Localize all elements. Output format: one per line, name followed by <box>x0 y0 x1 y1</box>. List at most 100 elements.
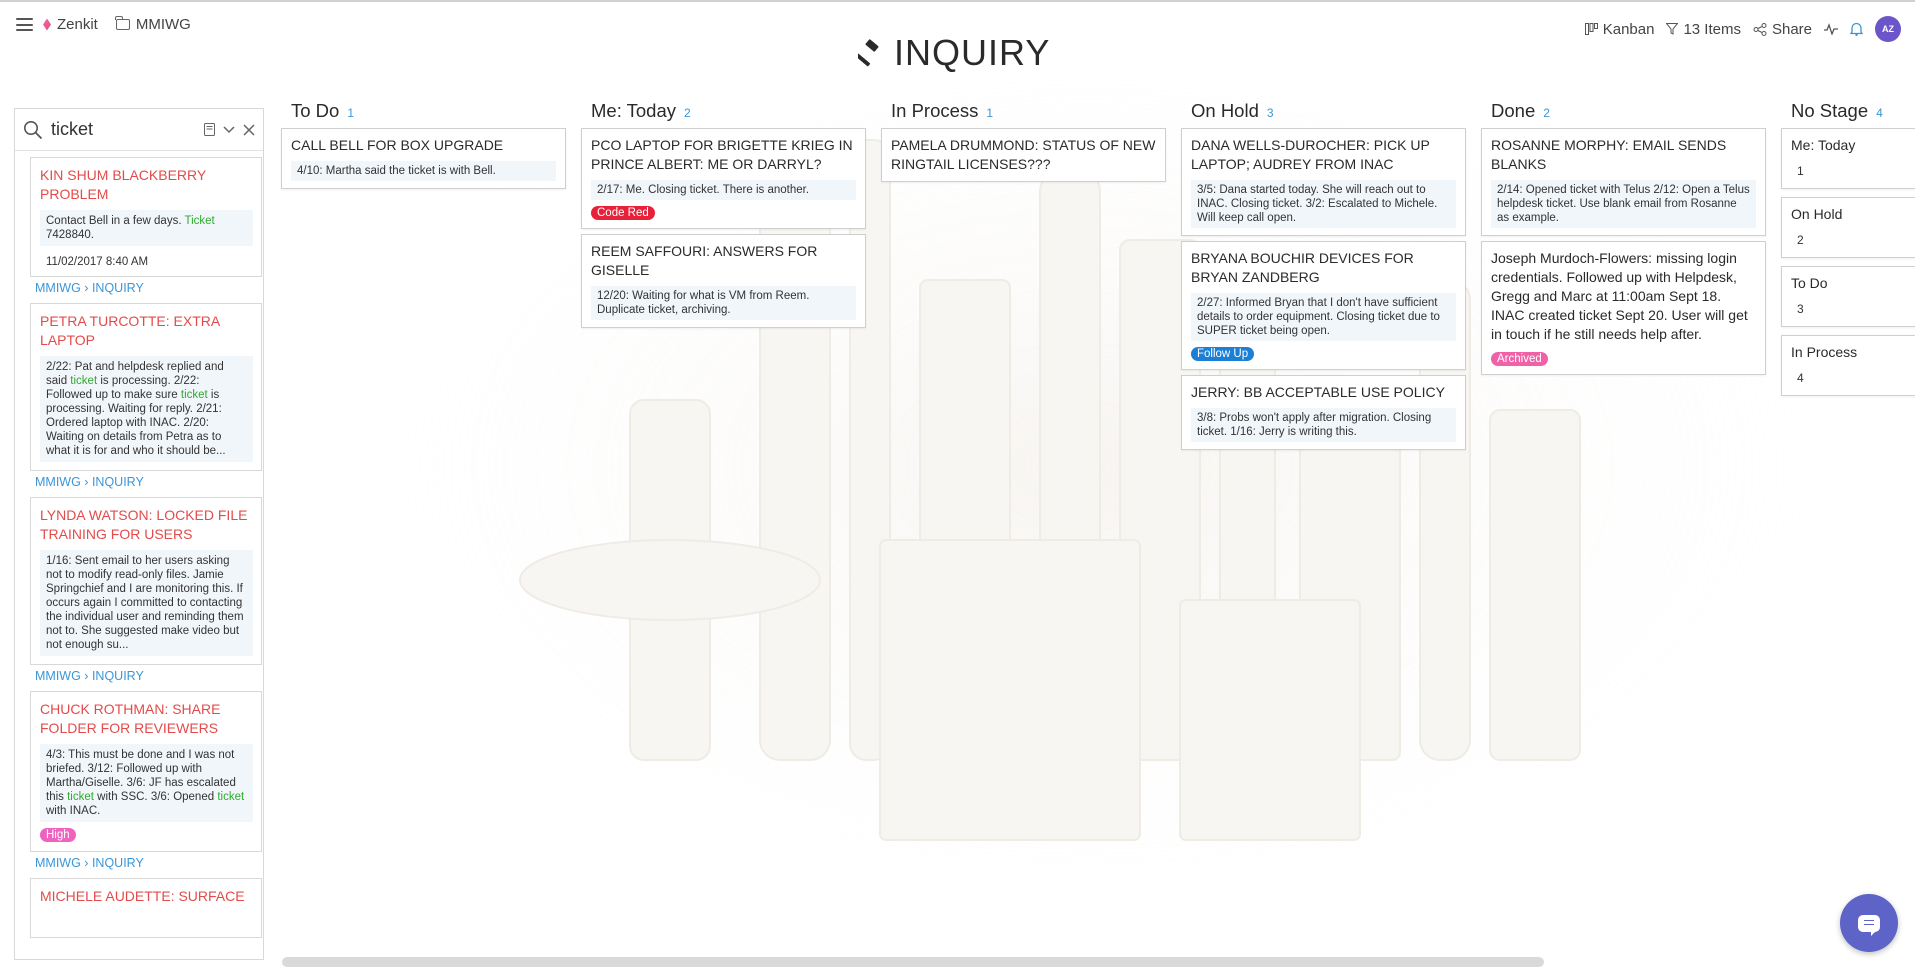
column-header[interactable]: On Hold 3 <box>1181 100 1466 128</box>
result-path-workspace[interactable]: MMIWG <box>35 475 81 489</box>
card-title: To Do <box>1791 275 1828 291</box>
label-tag: Code Red <box>591 206 655 220</box>
result-path: MMIWG › INQUIRY <box>35 669 144 683</box>
activity-icon[interactable] <box>1824 23 1838 35</box>
avatar[interactable]: AZ <box>1875 16 1901 42</box>
result-title: MICHELE AUDETTE: SURFACE <box>40 888 245 904</box>
card-title: Joseph Murdoch-Flowers: missing login cr… <box>1491 250 1748 342</box>
card-description: 4/10: Martha said the ticket is with Bel… <box>291 161 556 181</box>
card-description: 2/17: Me. Closing ticket. There is anoth… <box>591 180 856 200</box>
result-description: 4/3: This must be done and I was not bri… <box>40 744 253 822</box>
chat-button[interactable] <box>1840 894 1898 952</box>
column-header[interactable]: Me: Today 2 <box>581 100 866 128</box>
close-icon[interactable] <box>243 123 255 136</box>
result-title: PETRA TURCOTTE: EXTRA LAPTOP <box>40 313 220 348</box>
chat-icon <box>1858 914 1880 936</box>
workspace-name: MMIWG <box>135 16 191 33</box>
column-header[interactable]: Done 2 <box>1481 100 1766 128</box>
card-title: ROSANNE MORPHY: EMAIL SENDS BLANKS <box>1491 137 1727 172</box>
kanban-card[interactable]: ROSANNE MORPHY: EMAIL SENDS BLANKS 2/14:… <box>1481 128 1766 236</box>
kanban-card[interactable]: JERRY: BB ACCEPTABLE USE POLICY 3/8: Pro… <box>1181 375 1466 450</box>
chevron-down-icon[interactable] <box>223 125 235 134</box>
result-card[interactable]: KIN SHUM BLACKBERRY PROBLEM Contact Bell… <box>30 157 262 277</box>
card-description: 3/5: Dana started today. She will reach … <box>1191 180 1456 228</box>
search-panel: KIN SHUM BLACKBERRY PROBLEM Contact Bell… <box>14 108 264 960</box>
card-title: On Hold <box>1791 206 1843 222</box>
search-result: KIN SHUM BLACKBERRY PROBLEM Contact Bell… <box>15 157 263 295</box>
label-tag: Archived <box>1491 352 1548 366</box>
kanban-card[interactable]: CALL BELL FOR BOX UPGRADE 4/10: Martha s… <box>281 128 566 189</box>
label-tag: Follow Up <box>1191 347 1255 361</box>
kanban-card[interactable]: REEM SAFFOURI: ANSWERS FOR GISELLE 12/20… <box>581 234 866 328</box>
zenkit-logo-icon <box>43 18 51 31</box>
search-result: MICHELE AUDETTE: SURFACE <box>15 878 263 938</box>
card-title: In Process <box>1791 344 1858 360</box>
card-title: BRYANA BOUCHIR DEVICES FOR BRYAN ZANDBER… <box>1191 250 1414 285</box>
search-bar <box>15 109 263 151</box>
menu-icon[interactable] <box>16 18 33 31</box>
result-card[interactable]: LYNDA WATSON: LOCKED FILE TRAINING FOR U… <box>30 497 262 665</box>
column-count: 4 <box>1876 106 1883 120</box>
column-header[interactable]: In Process 1 <box>881 100 1166 128</box>
column-in-process: In Process 1 PAMELA DRUMMOND: STATUS OF N… <box>881 100 1166 187</box>
card-title: DANA WELLS-DUROCHER: PICK UP LAPTOP; AUD… <box>1191 137 1430 172</box>
result-path-list[interactable]: INQUIRY <box>92 856 144 870</box>
card-title: CALL BELL FOR BOX UPGRADE <box>291 137 504 153</box>
view-label: Kanban <box>1602 20 1655 38</box>
card-description: 3 <box>1797 302 1804 316</box>
card-title: JERRY: BB ACCEPTABLE USE POLICY <box>1191 384 1445 400</box>
column-header[interactable]: To Do 1 <box>281 100 566 128</box>
kanban-icon <box>1584 23 1598 35</box>
result-date: 11/02/2017 8:40 AM <box>46 256 149 268</box>
column-header[interactable]: No Stage 4 <box>1781 100 1915 128</box>
breadcrumb-app[interactable]: Zenkit <box>43 16 98 33</box>
card-description: 2/27: Informed Bryan that I don't have s… <box>1191 293 1456 341</box>
page-title-text: INQUIRY <box>894 32 1051 73</box>
kanban-card[interactable]: PCO LAPTOP FOR BRIGETTE KRIEG IN PRINCE … <box>581 128 866 229</box>
card-description: 1 <box>1797 164 1804 178</box>
column-count: 2 <box>1543 106 1550 120</box>
search-input[interactable] <box>51 119 191 140</box>
horizontal-scrollbar[interactable] <box>282 957 1544 967</box>
result-path-workspace[interactable]: MMIWG <box>35 281 81 295</box>
result-path-list[interactable]: INQUIRY <box>92 475 144 489</box>
result-card[interactable]: MICHELE AUDETTE: SURFACE <box>30 878 262 938</box>
folder-icon <box>115 16 130 30</box>
kanban-card[interactable]: In Process 4 <box>1781 335 1915 396</box>
result-path-list[interactable]: INQUIRY <box>92 281 144 295</box>
column-to-do: To Do 1 CALL BELL FOR BOX UPGRADE 4/10: M… <box>281 100 566 194</box>
kanban-card[interactable]: DANA WELLS-DUROCHER: PICK UP LAPTOP; AUD… <box>1181 128 1466 236</box>
kanban-card[interactable]: Joseph Murdoch-Flowers: missing login cr… <box>1481 241 1766 375</box>
result-description: 2/22: Pat and helpdesk replied and said … <box>40 356 253 462</box>
kanban-card[interactable]: On Hold 2 <box>1781 197 1915 258</box>
result-title: CHUCK ROTHMAN: SHARE FOLDER FOR REVIEWER… <box>40 701 221 736</box>
card-description: 4 <box>1797 371 1804 385</box>
share-button[interactable]: Share <box>1753 21 1812 38</box>
top-bar: Zenkit MMIWG INQUIRY Kanban 13 Items Sha… <box>0 0 1915 73</box>
card-description: 3/8: Probs won't apply after migration. … <box>1191 408 1456 442</box>
result-path-workspace[interactable]: MMIWG <box>35 856 81 870</box>
column-done: Done 2 ROSANNE MORPHY: EMAIL SENDS BLANKS… <box>1481 100 1766 380</box>
filter-button[interactable]: 13 Items <box>1666 21 1741 38</box>
view-switcher[interactable]: Kanban <box>1584 20 1655 38</box>
result-path: MMIWG › INQUIRY <box>35 856 144 870</box>
card-description: 2/14: Opened ticket with Telus 2/12: Ope… <box>1491 180 1756 228</box>
search-icon <box>24 120 43 139</box>
saved-search-icon[interactable] <box>204 123 215 136</box>
column-name: No Stage <box>1791 100 1869 121</box>
result-path-workspace[interactable]: MMIWG <box>35 669 81 683</box>
kanban-card[interactable]: Me: Today 1 <box>1781 128 1915 189</box>
column-count: 1 <box>986 106 994 120</box>
result-card[interactable]: CHUCK ROTHMAN: SHARE FOLDER FOR REVIEWER… <box>30 691 262 852</box>
notification-bell-icon[interactable] <box>1850 22 1863 36</box>
priority-tag: High <box>40 828 76 842</box>
kanban-card[interactable]: PAMELA DRUMMOND: STATUS OF NEW RINGTAIL … <box>881 128 1166 182</box>
top-bar-left: Zenkit MMIWG <box>16 16 191 33</box>
search-results: KIN SHUM BLACKBERRY PROBLEM Contact Bell… <box>15 151 263 938</box>
breadcrumb-workspace[interactable]: MMIWG <box>115 16 191 33</box>
result-card[interactable]: PETRA TURCOTTE: EXTRA LAPTOP 2/22: Pat a… <box>30 303 262 471</box>
kanban-card[interactable]: To Do 3 <box>1781 266 1915 327</box>
result-description: Contact Bell in a few days. Ticket 74288… <box>40 210 253 246</box>
result-path-list[interactable]: INQUIRY <box>92 669 144 683</box>
kanban-card[interactable]: BRYANA BOUCHIR DEVICES FOR BRYAN ZANDBER… <box>1181 241 1466 370</box>
